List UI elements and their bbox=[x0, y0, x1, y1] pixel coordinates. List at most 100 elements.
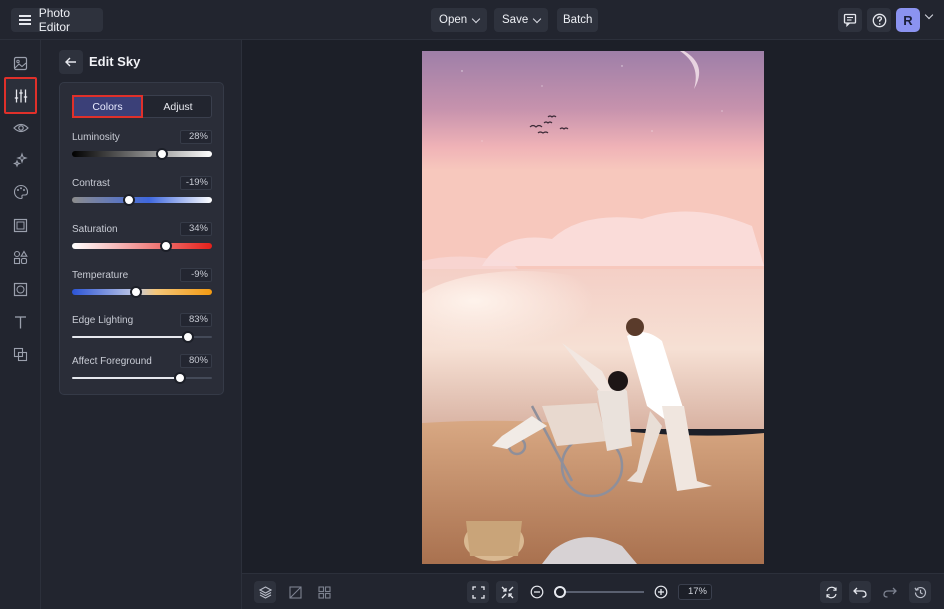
zoom-out-icon bbox=[530, 585, 544, 599]
palette-icon bbox=[13, 184, 28, 200]
help-button[interactable] bbox=[867, 8, 891, 32]
arrow-left-icon bbox=[65, 57, 76, 67]
batch-button[interactable]: Batch bbox=[557, 8, 599, 32]
top-bar: Photo Editor Open Save Batch R bbox=[0, 0, 944, 40]
grid-icon bbox=[317, 585, 331, 599]
compare-button[interactable] bbox=[284, 581, 306, 603]
refresh-icon bbox=[825, 586, 837, 598]
zoom-slider-handle[interactable] bbox=[554, 586, 566, 598]
grid-button[interactable] bbox=[313, 581, 335, 603]
color-tool[interactable] bbox=[4, 177, 37, 207]
bottom-toolbar: 17% bbox=[242, 573, 944, 609]
zoom-in-button[interactable] bbox=[650, 581, 672, 603]
open-label: Open bbox=[439, 14, 468, 26]
frame-icon bbox=[13, 218, 28, 232]
slider-value[interactable]: 34% bbox=[180, 222, 212, 236]
slider-label: Affect Foreground bbox=[72, 356, 152, 367]
slider-value[interactable]: 28% bbox=[180, 130, 212, 144]
slider-handle[interactable] bbox=[159, 240, 172, 252]
slider-label: Edge Lighting bbox=[72, 315, 134, 326]
sliders-icon bbox=[14, 89, 27, 102]
expand-icon bbox=[471, 585, 485, 599]
zoom-value[interactable]: 17% bbox=[678, 584, 712, 600]
history-button[interactable] bbox=[909, 581, 931, 603]
edit-sky-panel: Edit Sky Colors Adjust Luminosity 28% Co… bbox=[41, 40, 242, 609]
shapes-icon bbox=[13, 249, 28, 264]
tab-colors[interactable]: Colors bbox=[72, 95, 143, 118]
undo-button[interactable] bbox=[849, 581, 871, 603]
frame-tool[interactable] bbox=[4, 210, 37, 240]
slider-fill bbox=[72, 377, 180, 379]
slider-handle[interactable] bbox=[123, 194, 136, 206]
slider-label: Luminosity bbox=[72, 132, 120, 143]
redo-button[interactable] bbox=[879, 581, 901, 603]
panel-title: Edit Sky bbox=[89, 54, 141, 69]
view-tool[interactable] bbox=[4, 113, 37, 143]
text-icon bbox=[15, 315, 26, 328]
comment-icon bbox=[843, 13, 857, 27]
slider-track[interactable] bbox=[72, 197, 212, 203]
image-icon bbox=[13, 56, 28, 70]
text-tool[interactable] bbox=[4, 307, 37, 337]
layers-icon bbox=[258, 585, 272, 599]
tab-adjust[interactable]: Adjust bbox=[143, 95, 213, 118]
slider-value[interactable]: 80% bbox=[180, 354, 212, 368]
slider-track[interactable] bbox=[72, 243, 212, 249]
slider-track[interactable] bbox=[72, 377, 212, 379]
slider-fill bbox=[72, 336, 189, 338]
slider-track[interactable] bbox=[72, 151, 212, 157]
feedback-button[interactable] bbox=[838, 8, 862, 32]
tab-group: Colors Adjust bbox=[72, 95, 212, 118]
zoom-slider-track[interactable] bbox=[558, 591, 644, 593]
texture-tool[interactable] bbox=[4, 274, 37, 304]
zoom-in-icon bbox=[654, 585, 668, 599]
chevron-down-icon[interactable] bbox=[924, 10, 934, 20]
batch-label: Batch bbox=[563, 14, 593, 26]
graphics-tool[interactable] bbox=[4, 242, 37, 272]
avatar[interactable]: R bbox=[896, 8, 920, 32]
slider-label: Contrast bbox=[72, 178, 110, 189]
canvas-area bbox=[242, 40, 944, 573]
texture-icon bbox=[13, 282, 28, 296]
chevron-down-icon bbox=[471, 14, 481, 23]
eye-icon bbox=[12, 123, 29, 133]
slider-label: Temperature bbox=[72, 270, 129, 281]
zoom-out-button[interactable] bbox=[526, 581, 548, 603]
sky-settings-card: Colors Adjust Luminosity 28% Contrast -1… bbox=[59, 82, 224, 395]
reset-button[interactable] bbox=[820, 581, 842, 603]
slider-value[interactable]: -19% bbox=[180, 176, 212, 190]
shrink-icon bbox=[501, 586, 513, 598]
chevron-down-icon bbox=[532, 14, 542, 23]
menu-icon bbox=[19, 15, 31, 25]
effects-tool[interactable] bbox=[4, 145, 37, 175]
image-tool[interactable] bbox=[4, 48, 37, 78]
slider-value[interactable]: 83% bbox=[180, 313, 212, 327]
slider-handle[interactable] bbox=[130, 286, 143, 298]
beach-photo bbox=[422, 51, 764, 564]
redo-icon bbox=[883, 587, 897, 598]
undo-icon bbox=[853, 587, 867, 598]
back-button[interactable] bbox=[59, 50, 83, 74]
history-icon bbox=[913, 586, 926, 598]
overlay-icon bbox=[13, 347, 28, 361]
slider-label: Saturation bbox=[72, 224, 118, 235]
tool-rail bbox=[0, 40, 41, 609]
save-button[interactable]: Save bbox=[494, 8, 549, 32]
actual-size-button[interactable] bbox=[496, 581, 518, 603]
magic-icon bbox=[12, 152, 28, 168]
open-button[interactable]: Open bbox=[431, 8, 488, 32]
slider-value[interactable]: -9% bbox=[180, 268, 212, 282]
save-label: Save bbox=[502, 14, 529, 26]
photo-canvas[interactable] bbox=[422, 51, 764, 564]
overlay-tool[interactable] bbox=[4, 339, 37, 369]
fit-screen-button[interactable] bbox=[467, 581, 489, 603]
layers-button[interactable] bbox=[254, 581, 276, 603]
slider-handle[interactable] bbox=[173, 372, 186, 384]
slider-handle[interactable] bbox=[155, 148, 168, 160]
compare-icon bbox=[288, 585, 302, 599]
app-title: Photo Editor bbox=[38, 6, 71, 34]
help-icon bbox=[872, 13, 886, 27]
app-menu-button[interactable]: Photo Editor bbox=[11, 6, 103, 34]
slider-handle[interactable] bbox=[182, 331, 195, 343]
adjust-tool[interactable] bbox=[4, 77, 37, 114]
